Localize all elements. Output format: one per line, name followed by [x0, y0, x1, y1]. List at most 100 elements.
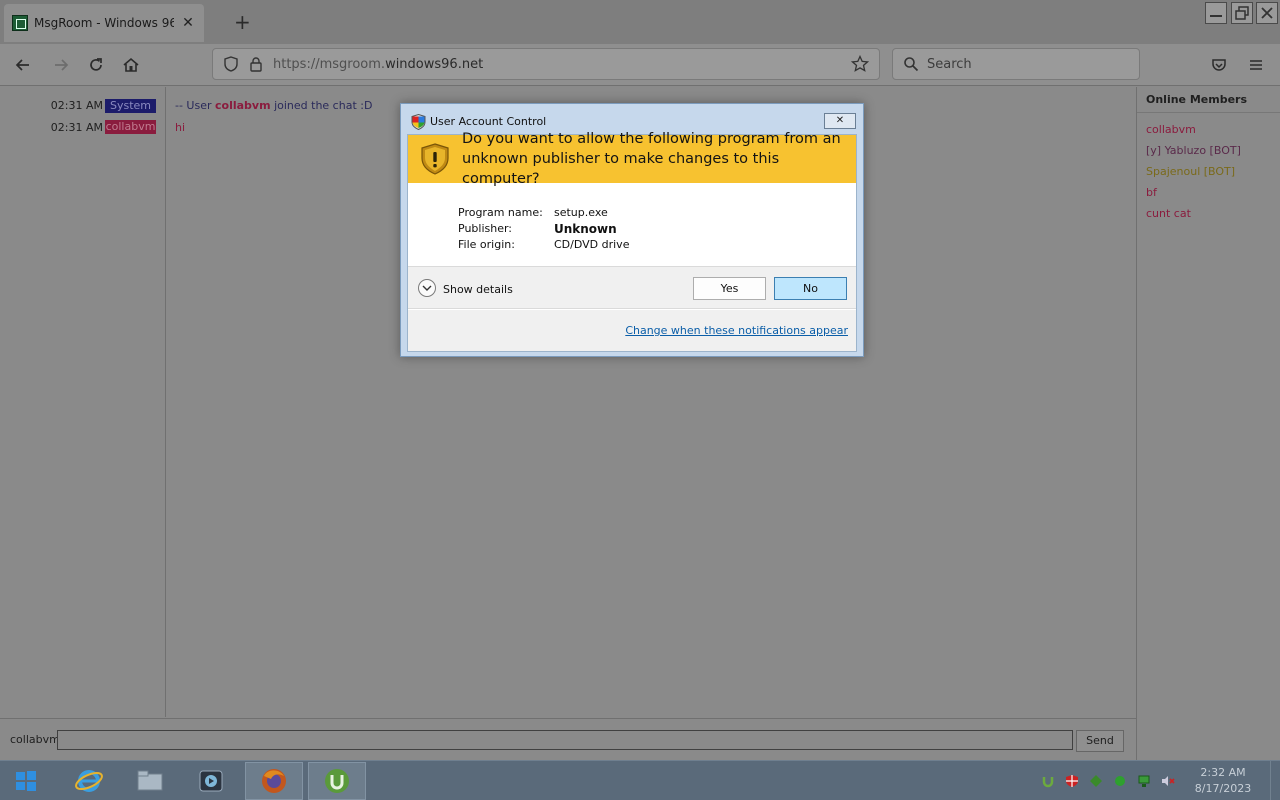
member-item[interactable]: collabvm: [1137, 119, 1280, 140]
member-item[interactable]: cunt cat: [1137, 203, 1280, 224]
back-button[interactable]: [12, 54, 34, 76]
message-timestamp: 02:31 AM: [50, 121, 103, 134]
uac-close-button[interactable]: ✕: [824, 113, 856, 129]
message-text-prefix: -- User: [175, 99, 216, 112]
file-explorer-icon: [137, 770, 163, 791]
system-tray: [1040, 773, 1176, 789]
yes-button[interactable]: Yes: [693, 277, 766, 300]
tray-green-arrow-icon[interactable]: [1088, 773, 1104, 789]
hamburger-menu-icon: [1250, 60, 1262, 70]
member-item[interactable]: Spajenoul [BOT]: [1137, 161, 1280, 182]
close-icon: [1261, 7, 1273, 19]
taskbar-internet-explorer[interactable]: [60, 762, 118, 800]
search-placeholder: Search: [927, 56, 972, 72]
media-player-icon: [199, 770, 223, 792]
clock-date: 8/17/2023: [1194, 782, 1252, 795]
restore-button[interactable]: [1231, 2, 1253, 24]
uac-shield-icon: [411, 114, 426, 130]
home-icon: [123, 57, 139, 72]
tray-security-shield-icon[interactable]: [1064, 773, 1080, 789]
uac-title: User Account Control: [430, 115, 547, 128]
home-button[interactable]: [120, 54, 142, 76]
message-text-suffix: joined the chat :D: [270, 99, 373, 112]
chat-message-input[interactable]: [57, 730, 1073, 750]
reload-icon: [90, 58, 102, 71]
forward-arrow-icon: [55, 59, 69, 71]
lock-icon[interactable]: [249, 56, 263, 72]
new-tab-button[interactable]: +: [234, 10, 251, 34]
message-text: hi: [175, 121, 186, 134]
browser-nav-bar: https://msgroom.windows96.net Search: [0, 44, 1280, 86]
change-notifications-link[interactable]: Change when these notifications appear: [625, 324, 848, 337]
send-button[interactable]: Send: [1076, 730, 1124, 752]
tray-green-status-icon[interactable]: [1112, 773, 1128, 789]
firefox-icon: [262, 769, 286, 793]
member-item[interactable]: [y] Yabluzo [BOT]: [1137, 140, 1280, 161]
tray-utorrent-icon[interactable]: [1040, 773, 1056, 789]
file-origin-label: File origin:: [458, 238, 515, 251]
show-desktop-button[interactable]: [1270, 761, 1280, 800]
message-author-badge[interactable]: collabvm: [105, 120, 156, 134]
minimize-icon: [1210, 15, 1222, 17]
uac-bottom-bar: Change when these notifications appear: [408, 310, 856, 351]
tab-title: MsgRoom - Windows 96 Chat: [34, 16, 174, 30]
pocket-icon: [1212, 59, 1226, 71]
online-members-title: Online Members: [1137, 87, 1280, 113]
taskbar-firefox[interactable]: [245, 762, 303, 800]
windows-taskbar: 2:32 AM 8/17/2023: [0, 760, 1280, 800]
msgroom-favicon-icon: [12, 15, 28, 31]
program-name-value: setup.exe: [554, 206, 608, 219]
no-button[interactable]: No: [774, 277, 847, 300]
minimize-button[interactable]: [1205, 2, 1227, 24]
show-details-toggle[interactable]: [418, 279, 436, 297]
message-author-badge[interactable]: System: [105, 99, 156, 113]
url-text: https://msgroom.windows96.net: [273, 57, 841, 72]
chevron-down-icon: [422, 285, 432, 291]
browser-tab-bar: MsgRoom - Windows 96 Chat ✕ +: [0, 0, 1280, 44]
taskbar-clock[interactable]: 2:32 AM 8/17/2023: [1190, 765, 1256, 797]
internet-explorer-icon: [75, 770, 103, 792]
back-arrow-icon: [15, 59, 29, 71]
uac-button-area: Show details Yes No: [408, 266, 856, 309]
menu-button[interactable]: [1245, 54, 1267, 76]
search-bar[interactable]: Search: [892, 48, 1140, 80]
bookmark-star-icon[interactable]: [851, 55, 869, 73]
pocket-button[interactable]: [1208, 54, 1230, 76]
restore-icon: [1235, 6, 1249, 20]
tray-volume-muted-icon[interactable]: [1160, 773, 1176, 789]
clock-time: 2:32 AM: [1200, 766, 1246, 779]
url-prefix: https://msgroom.: [273, 56, 386, 72]
current-username-label: collabvm: [10, 733, 60, 746]
tab-close-icon[interactable]: ✕: [180, 15, 196, 31]
url-bar[interactable]: https://msgroom.windows96.net: [212, 48, 880, 80]
message-meta-column: [0, 87, 166, 717]
uac-warning-banner: Do you want to allow the following progr…: [408, 131, 856, 187]
start-button[interactable]: [0, 761, 52, 800]
tray-network-icon[interactable]: [1136, 773, 1152, 789]
reload-button[interactable]: [85, 54, 107, 76]
message-username[interactable]: collabvm: [215, 99, 271, 112]
window-close-button[interactable]: [1256, 2, 1278, 24]
member-item[interactable]: bf: [1137, 182, 1280, 203]
uac-question: Do you want to allow the following progr…: [462, 131, 841, 187]
message-timestamp: 02:31 AM: [50, 99, 103, 112]
file-origin-value: CD/DVD drive: [554, 238, 630, 251]
warning-shield-icon: [421, 143, 449, 175]
taskbar-media-player[interactable]: [182, 762, 240, 800]
uac-body: Do you want to allow the following progr…: [407, 131, 857, 352]
utorrent-icon: [325, 769, 349, 793]
publisher-label: Publisher:: [458, 222, 513, 235]
forward-button[interactable]: [50, 54, 72, 76]
uac-program-info: Program name: setup.exe Publisher: Unknown…: [458, 205, 629, 253]
program-name-label: Program name:: [458, 206, 543, 219]
chat-input-row: collabvm Send: [0, 718, 1136, 760]
uac-dialog: User Account Control ✕ Do you want to al…: [400, 103, 864, 357]
taskbar-file-explorer[interactable]: [121, 762, 179, 800]
tracking-shield-icon[interactable]: [223, 56, 239, 72]
search-icon: [904, 57, 919, 72]
browser-tab[interactable]: MsgRoom - Windows 96 Chat ✕: [4, 4, 204, 42]
show-details-label[interactable]: Show details: [443, 283, 513, 296]
publisher-value: Unknown: [554, 222, 617, 236]
message-text: -- User collabvm joined the chat :D: [175, 99, 372, 112]
taskbar-utorrent[interactable]: [308, 762, 366, 800]
